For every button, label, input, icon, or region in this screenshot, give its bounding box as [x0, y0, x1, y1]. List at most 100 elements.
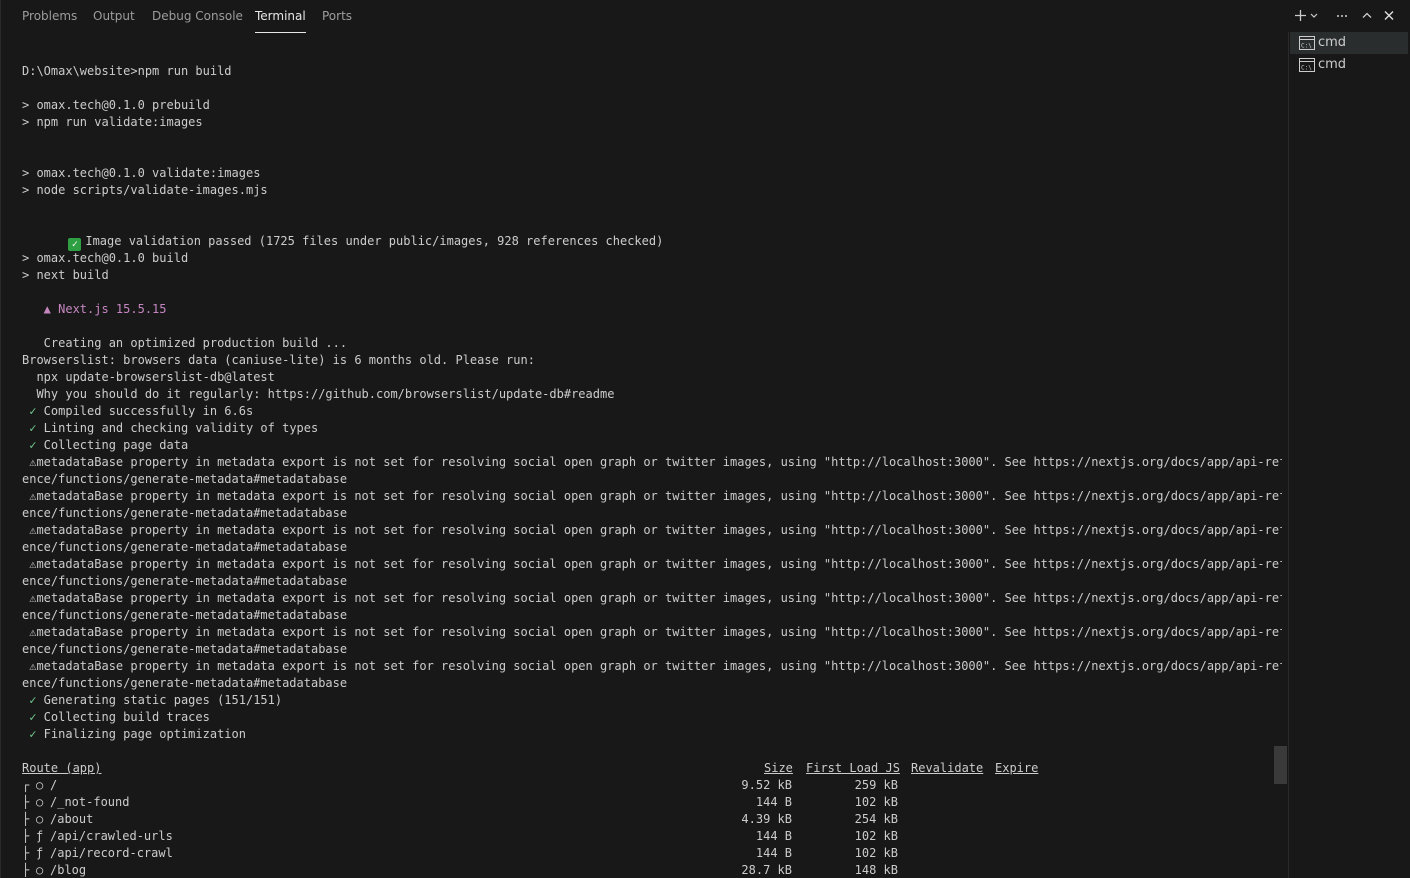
route-type-icon: ƒ: [36, 829, 44, 843]
route-size: 144 B: [755, 829, 792, 843]
check-icon: ✓: [22, 727, 37, 741]
terminal-list-divider[interactable]: [1288, 32, 1289, 878]
size-header: Size: [764, 761, 793, 775]
terminal-output[interactable]: D:\Omax\website>npm run build > omax.tec…: [22, 55, 1282, 878]
warning-line: ⚠metadataBase property in metadata expor…: [22, 591, 1282, 605]
route-first-load: 259 kB: [854, 778, 898, 792]
terminal-line: > npm run validate:images: [22, 115, 203, 129]
terminal-line: ✓ Generating static pages (151/151): [22, 692, 1282, 709]
status-text: Finalizing page optimization: [36, 727, 246, 741]
revalidate-header: Revalidate: [911, 761, 984, 775]
terminal-line: ✓ Image validation passed (1725 files und…: [22, 216, 1282, 251]
close-icon: [1384, 11, 1394, 20]
panel-left-border: [0, 0, 1, 878]
warning-line: ⚠metadataBase property in metadata expor…: [22, 557, 1282, 571]
route-row: ┌ ○ / 9.52 kB 259 kB: [22, 777, 1282, 794]
check-icon: ✓: [22, 710, 37, 724]
route-type-icon: ○: [36, 778, 44, 792]
terminal-line: ✓ Finalizing page optimization: [22, 726, 1282, 743]
terminal-line: Why you should do it regularly: https://…: [22, 387, 615, 401]
status-text: Collecting page data: [36, 438, 189, 452]
warning-line-wrap: ence/functions/generate-metadata#metadat…: [22, 540, 348, 554]
status-text: Linting and checking validity of types: [36, 421, 319, 435]
terminal-line: ✓ Collecting page data: [22, 437, 1282, 454]
route-path: /api/crawled-urls: [50, 829, 173, 843]
chevron-up-icon: [1362, 12, 1372, 18]
route-first-load: 102 kB: [854, 846, 898, 860]
maximize-panel-button[interactable]: [1356, 4, 1378, 28]
svg-text:C:\: C:\: [1301, 43, 1312, 50]
route-row: ├ ○ /_not-found 144 B 102 kB: [22, 794, 1282, 811]
route-row: ├ ○ /about 4.39 kB 254 kB: [22, 811, 1282, 828]
route-row: ├ ○ /blog 28.7 kB 148 kB: [22, 862, 1282, 878]
warning-line: ⚠metadataBase property in metadata expor…: [22, 523, 1282, 537]
route-first-load: 148 kB: [854, 863, 898, 877]
route-row: ├ ƒ /api/crawled-urls 144 B 102 kB: [22, 828, 1282, 845]
terminal-panel: Problems Output Debug Console Terminal P…: [0, 0, 1410, 878]
route-tree-glyph: ┌: [22, 778, 30, 792]
close-panel-button[interactable]: [1378, 4, 1400, 28]
terminal-line: > next build: [22, 268, 109, 282]
warning-line-wrap: ence/functions/generate-metadata#metadat…: [22, 676, 348, 690]
route-path: /blog: [50, 863, 87, 877]
tab-ports[interactable]: Ports: [322, 8, 352, 26]
route-tree-glyph: ├: [22, 795, 30, 809]
route-path: /: [50, 778, 58, 792]
first-load-header: First Load JS: [806, 761, 900, 775]
terminal-line: Browserslist: browsers data (caniuse-lit…: [22, 353, 535, 367]
tab-terminal[interactable]: Terminal: [255, 8, 306, 33]
status-text: Compiled successfully in 6.6s: [36, 404, 254, 418]
status-text: Generating static pages (151/151): [36, 693, 283, 707]
route-size: 28.7 kB: [741, 863, 792, 877]
nextjs-version-line: ▲ Next.js 15.5.15: [22, 302, 167, 316]
terminal-line: D:\Omax\website>npm run build: [22, 64, 232, 78]
chevron-down-icon: [1310, 13, 1318, 18]
route-type-icon: ○: [36, 795, 44, 809]
route-size: 144 B: [755, 795, 792, 809]
more-actions-button[interactable]: [1332, 4, 1354, 28]
terminal-line: ✓ Compiled successfully in 6.6s: [22, 403, 1282, 420]
warning-line: ⚠metadataBase property in metadata expor…: [22, 455, 1282, 469]
terminal-line: > omax.tech@0.1.0 build: [22, 251, 189, 265]
route-first-load: 102 kB: [854, 795, 898, 809]
route-size: 4.39 kB: [741, 812, 792, 826]
route-first-load: 254 kB: [854, 812, 898, 826]
route-path: /about: [50, 812, 94, 826]
expire-header: Expire: [995, 761, 1039, 775]
route-tree-glyph: ├: [22, 863, 30, 877]
route-tree-glyph: ├: [22, 829, 30, 843]
route-table-header: Route (app) Size First Load JS Revalidat…: [22, 760, 1282, 777]
route-tree-glyph: ├: [22, 812, 30, 826]
terminal-cmd-icon: C:\: [1299, 36, 1315, 50]
warning-line: ⚠metadataBase property in metadata expor…: [22, 489, 1282, 503]
warning-line-wrap: ence/functions/generate-metadata#metadat…: [22, 472, 348, 486]
tab-output[interactable]: Output: [93, 8, 135, 26]
check-icon: ✓: [22, 421, 37, 435]
route-row: ├ ƒ /api/record-crawl 144 B 102 kB: [22, 845, 1282, 862]
terminal-instance-cmd-1[interactable]: C:\ cmd: [1290, 32, 1408, 54]
ellipsis-icon: [1337, 15, 1347, 17]
warning-line-wrap: ence/functions/generate-metadata#metadat…: [22, 574, 348, 588]
terminal-scrollbar-thumb[interactable]: [1274, 746, 1287, 784]
terminal-line: Creating an optimized production build .…: [22, 336, 348, 350]
panel-tab-bar: Problems Output Debug Console Terminal P…: [0, 0, 1290, 33]
tab-problems[interactable]: Problems: [22, 8, 77, 26]
terminal-line: ✓ Collecting build traces: [22, 709, 1282, 726]
terminal-line: > node scripts/validate-images.mjs: [22, 183, 268, 197]
status-text: Collecting build traces: [36, 710, 210, 724]
terminal-instance-list: C:\ cmd C:\ cmd: [1290, 32, 1410, 878]
terminal-cmd-icon: C:\: [1299, 58, 1315, 72]
svg-text:C:\: C:\: [1301, 65, 1312, 72]
terminal-line: > omax.tech@0.1.0 prebuild: [22, 98, 210, 112]
check-icon: ✓: [22, 404, 37, 418]
route-header: Route (app): [22, 761, 102, 775]
tab-debug-console[interactable]: Debug Console: [152, 8, 243, 26]
warning-line: ⚠metadataBase property in metadata expor…: [22, 625, 1282, 639]
terminal-instance-cmd-2[interactable]: C:\ cmd: [1290, 54, 1408, 76]
terminal-dropdown-button[interactable]: [1307, 4, 1321, 28]
